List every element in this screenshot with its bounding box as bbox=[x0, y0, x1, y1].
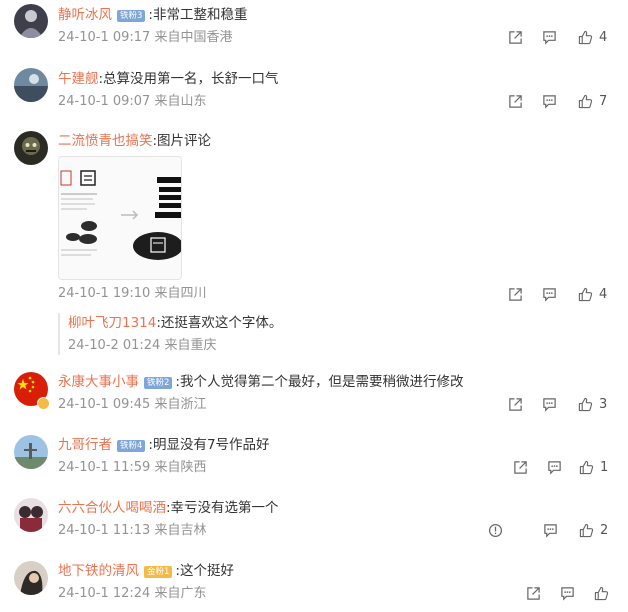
comment-icon bbox=[561, 587, 574, 601]
like-icon bbox=[578, 397, 593, 412]
like-icon bbox=[579, 523, 594, 538]
avatar[interactable] bbox=[14, 498, 48, 532]
share-icon bbox=[527, 587, 540, 600]
avatar[interactable] bbox=[14, 561, 48, 595]
comment-text: :我个人觉得第二个最好，但是需要稍微进行修改 bbox=[175, 374, 464, 390]
like-count: 7 bbox=[599, 94, 608, 109]
comment-time: 24-10-1 12:24 bbox=[58, 586, 151, 601]
avatar[interactable] bbox=[14, 435, 48, 469]
comment-icon bbox=[543, 31, 556, 45]
share-icon bbox=[514, 461, 527, 474]
comment-icon bbox=[543, 398, 556, 412]
avatar[interactable] bbox=[14, 4, 48, 38]
comment-location: 来自广东 bbox=[154, 586, 207, 601]
like-icon bbox=[578, 94, 593, 109]
share-icon bbox=[509, 288, 522, 301]
like-icon bbox=[594, 586, 609, 601]
reply-username[interactable]: 柳叶飞刀1314 bbox=[68, 315, 156, 331]
like-count: 4 bbox=[599, 30, 608, 45]
share-icon bbox=[509, 398, 522, 411]
comment-time: 24-10-1 11:59 bbox=[58, 460, 151, 475]
username[interactable]: 二流愤青也搞笑 bbox=[58, 133, 153, 149]
comment-text: :图片评论 bbox=[152, 133, 212, 149]
fan-badge: 铁粉4 bbox=[117, 440, 146, 452]
share-icon bbox=[509, 95, 522, 108]
like-count: 3 bbox=[599, 397, 608, 412]
comment-time: 24-10-1 09:07 bbox=[58, 94, 151, 109]
comment-location: 来自浙江 bbox=[154, 397, 207, 412]
username[interactable]: 静听冰风 bbox=[58, 7, 112, 23]
comment-location: 来自山东 bbox=[154, 94, 207, 109]
fan-badge: 铁粉2 bbox=[144, 377, 173, 389]
comment-text: :总算没用第一名，长舒一口气 bbox=[98, 71, 279, 87]
comment-icon bbox=[544, 524, 557, 538]
comment-icon bbox=[543, 288, 556, 302]
avatar[interactable] bbox=[14, 131, 48, 165]
comment-location: 来自陕西 bbox=[154, 460, 207, 475]
comment-time: 24-10-1 19:10 bbox=[58, 286, 151, 301]
like-count: 1 bbox=[600, 460, 609, 475]
like-icon bbox=[578, 30, 593, 45]
comment-time: 24-10-1 11:13 bbox=[58, 523, 151, 538]
comment-icon bbox=[543, 95, 556, 109]
like-count: 2 bbox=[600, 523, 609, 538]
username[interactable]: 地下铁的清风 bbox=[58, 563, 139, 579]
comment-text: :这个挺好 bbox=[175, 563, 234, 579]
like-icon bbox=[579, 460, 594, 475]
comment-icon bbox=[548, 461, 561, 475]
comment-image[interactable] bbox=[58, 156, 182, 280]
verified-icon bbox=[37, 397, 50, 410]
fan-badge: 金粉1 bbox=[144, 566, 173, 578]
comment-time: 24-10-1 09:17 bbox=[58, 30, 151, 45]
username[interactable]: 九哥行者 bbox=[58, 437, 112, 453]
username[interactable]: 午建舰 bbox=[58, 71, 99, 87]
comment-location: 来自中国香港 bbox=[154, 30, 233, 45]
comment-text: :非常工整和稳重 bbox=[148, 7, 248, 23]
reply-location: 来自重庆 bbox=[164, 338, 217, 353]
fan-badge: 铁粉3 bbox=[117, 10, 146, 22]
share-icon bbox=[509, 31, 522, 44]
reply-time: 24-10-2 01:24 bbox=[68, 338, 161, 353]
reply-text: :还挺喜欢这个字体。 bbox=[156, 315, 283, 331]
reply-divider bbox=[58, 313, 60, 355]
avatar[interactable] bbox=[14, 68, 48, 102]
comment-time: 24-10-1 09:45 bbox=[58, 397, 151, 412]
like-icon bbox=[578, 287, 593, 302]
comment-location: 来自四川 bbox=[154, 286, 207, 301]
like-count: 4 bbox=[599, 287, 608, 302]
report-icon bbox=[488, 523, 503, 538]
comment-text: :明显没有7号作品好 bbox=[148, 437, 270, 453]
comment-location: 来自吉林 bbox=[154, 523, 207, 538]
username[interactable]: 永康大事小事 bbox=[58, 374, 139, 390]
comment-text: :幸亏没有选第一个 bbox=[166, 500, 279, 516]
username[interactable]: 六六合伙人喝喝酒 bbox=[58, 500, 166, 516]
